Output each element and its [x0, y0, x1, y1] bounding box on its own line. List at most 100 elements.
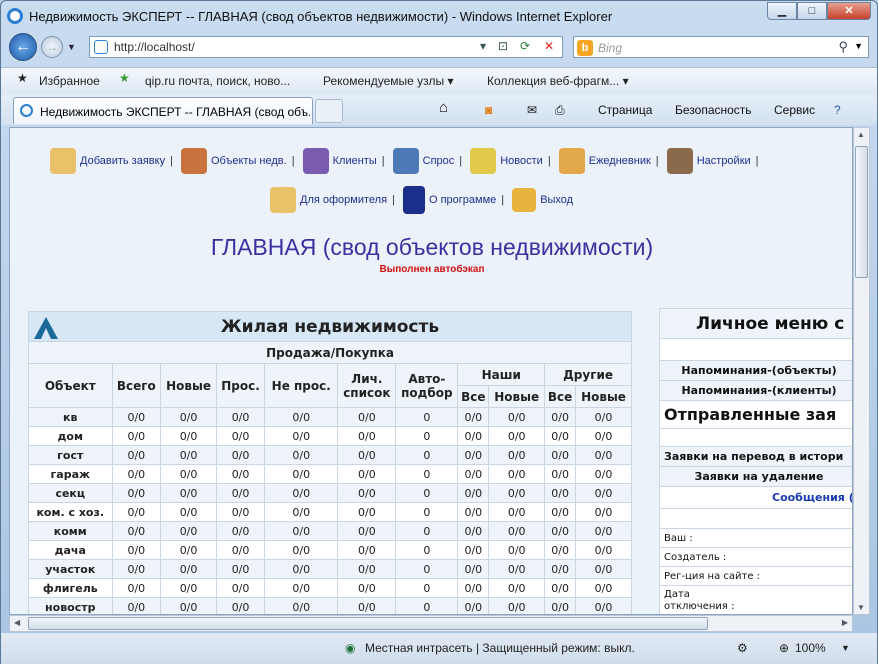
table-cell[interactable]: 0/0	[544, 407, 577, 427]
table-cell[interactable]: 0/0	[337, 540, 397, 560]
table-cell[interactable]: 0	[395, 483, 459, 503]
search-icon[interactable]: ⚲	[838, 39, 848, 55]
table-cell[interactable]: 0/0	[457, 521, 490, 541]
forward-button[interactable]: →	[41, 36, 63, 58]
horizontal-scrollbar[interactable]: ◀ ▶	[9, 615, 853, 632]
table-cell[interactable]: 0/0	[575, 483, 632, 503]
table-cell[interactable]: 0/0	[337, 407, 397, 427]
address-dropdown-icon[interactable]: ▾	[480, 39, 486, 53]
table-cell[interactable]: 0/0	[544, 540, 577, 560]
table-cell[interactable]: 0/0	[215, 426, 266, 446]
table-cell[interactable]: 0/0	[111, 521, 162, 541]
table-cell[interactable]: 0/0	[488, 597, 546, 614]
table-cell[interactable]: 0/0	[215, 540, 266, 560]
table-cell[interactable]: 0/0	[337, 521, 397, 541]
table-cell[interactable]: 0/0	[160, 578, 217, 598]
table-cell[interactable]: 0	[395, 559, 459, 579]
table-cell[interactable]: 0/0	[264, 540, 339, 560]
table-cell[interactable]: 0/0	[337, 483, 397, 503]
link-transfer-requests[interactable]: Заявки на перевод в истори	[659, 446, 852, 467]
table-cell[interactable]: 0/0	[488, 559, 546, 579]
table-cell[interactable]: 0/0	[488, 426, 546, 446]
table-cell[interactable]: 0/0	[575, 521, 632, 541]
table-cell[interactable]: 0/0	[264, 559, 339, 579]
table-cell[interactable]: 0/0	[264, 597, 339, 614]
table-cell[interactable]: 0/0	[457, 597, 490, 614]
table-cell[interactable]: 0/0	[215, 483, 266, 503]
table-cell[interactable]: 0/0	[264, 578, 339, 598]
refresh-icon[interactable]: ⟳	[520, 39, 530, 53]
table-cell[interactable]: 0/0	[488, 540, 546, 560]
scroll-right-icon[interactable]: ▶	[842, 618, 848, 627]
table-cell[interactable]: 0/0	[544, 483, 577, 503]
protected-mode-icon[interactable]: ⚙	[737, 641, 748, 655]
table-cell[interactable]: 0/0	[575, 559, 632, 579]
table-cell[interactable]: 0/0	[457, 540, 490, 560]
menu-add-request[interactable]: Добавить заявку	[80, 155, 165, 167]
table-cell[interactable]: 0/0	[544, 597, 577, 614]
mail-icon[interactable]: ✉	[527, 103, 537, 117]
table-cell[interactable]: 0/0	[544, 578, 577, 598]
link-remind-clients[interactable]: Напоминания-(клиенты)	[659, 380, 852, 401]
table-cell[interactable]: 0/0	[264, 521, 339, 541]
table-cell[interactable]: 0/0	[457, 578, 490, 598]
table-cell[interactable]: 0/0	[111, 445, 162, 465]
vertical-scroll-thumb[interactable]	[855, 146, 868, 278]
fav-link-webslices[interactable]: Коллекция веб-фрагм... ▾	[487, 74, 629, 88]
table-cell[interactable]: 0/0	[215, 502, 266, 522]
zoom-icon[interactable]: ⊕	[779, 641, 789, 655]
table-cell[interactable]: 0	[395, 445, 459, 465]
vertical-scrollbar[interactable]: ▲ ▼	[853, 127, 870, 615]
page-menu[interactable]: Страница	[598, 103, 652, 117]
menu-designer[interactable]: Для оформителя	[300, 194, 387, 206]
table-cell[interactable]: 0/0	[215, 521, 266, 541]
table-cell[interactable]: 0/0	[575, 502, 632, 522]
table-cell[interactable]: 0/0	[575, 464, 632, 484]
table-cell[interactable]: 0/0	[337, 445, 397, 465]
table-cell[interactable]: 0/0	[337, 502, 397, 522]
menu-settings[interactable]: Настройки	[697, 155, 751, 167]
zoom-dropdown-icon[interactable]: ▼	[841, 643, 850, 653]
search-dropdown-icon[interactable]: ▼	[854, 41, 863, 51]
table-cell[interactable]: 0/0	[488, 521, 546, 541]
home-icon[interactable]: ⌂	[439, 99, 448, 116]
table-cell[interactable]: 0/0	[488, 407, 546, 427]
service-menu[interactable]: Сервис	[774, 103, 815, 117]
table-cell[interactable]: 0/0	[215, 464, 266, 484]
new-tab-button[interactable]	[315, 99, 343, 123]
table-cell[interactable]: 0/0	[160, 464, 217, 484]
address-input[interactable]: http://localhost/	[114, 40, 195, 54]
horizontal-scroll-thumb[interactable]	[28, 617, 708, 630]
table-cell[interactable]: 0/0	[264, 502, 339, 522]
table-cell[interactable]: 0/0	[215, 597, 266, 614]
table-cell[interactable]: 0/0	[111, 540, 162, 560]
history-dropdown-icon[interactable]: ▼	[67, 42, 76, 52]
table-cell[interactable]: 0/0	[264, 483, 339, 503]
table-cell[interactable]: 0/0	[544, 426, 577, 446]
scroll-up-icon[interactable]: ▲	[857, 130, 865, 139]
table-cell[interactable]: 0/0	[160, 559, 217, 579]
help-icon[interactable]: ?	[834, 103, 841, 117]
menu-news[interactable]: Новости	[500, 155, 543, 167]
zoom-level[interactable]: 100%	[795, 641, 826, 655]
table-cell[interactable]: 0/0	[337, 597, 397, 614]
table-cell[interactable]: 0/0	[111, 464, 162, 484]
table-cell[interactable]: 0/0	[457, 426, 490, 446]
table-cell[interactable]: 0/0	[457, 407, 490, 427]
table-cell[interactable]: 0/0	[337, 464, 397, 484]
table-cell[interactable]: 0	[395, 426, 459, 446]
fav-link-qip[interactable]: qip.ru почта, поиск, ново...	[145, 74, 290, 88]
table-cell[interactable]: 0/0	[488, 445, 546, 465]
menu-about[interactable]: О программе	[429, 194, 496, 206]
table-cell[interactable]: 0/0	[111, 578, 162, 598]
menu-demand[interactable]: Спрос	[423, 155, 455, 167]
table-cell[interactable]: 0/0	[457, 502, 490, 522]
table-cell[interactable]: 0/0	[575, 445, 632, 465]
scroll-down-icon[interactable]: ▼	[857, 603, 865, 612]
table-cell[interactable]: 0/0	[111, 426, 162, 446]
table-cell[interactable]: 0/0	[488, 502, 546, 522]
table-cell[interactable]: 0/0	[160, 483, 217, 503]
table-cell[interactable]: 0/0	[111, 559, 162, 579]
table-cell[interactable]: 0/0	[457, 559, 490, 579]
table-cell[interactable]: 0/0	[111, 407, 162, 427]
